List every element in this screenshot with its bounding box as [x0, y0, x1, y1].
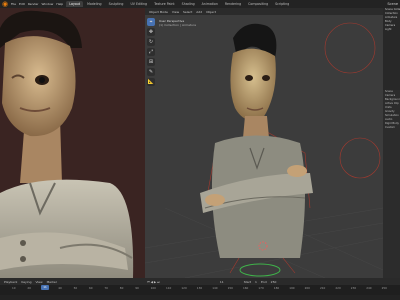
timeline-tick: 140: [212, 286, 218, 290]
tab-shading[interactable]: Shading: [179, 1, 198, 7]
outliner-row[interactable]: Light: [383, 28, 400, 32]
timeline-tick: 100: [150, 286, 156, 290]
timeline-tick: 220: [335, 286, 341, 290]
menu-edit[interactable]: Edit: [19, 0, 25, 8]
move-icon[interactable]: ✥: [147, 28, 155, 36]
3d-viewport[interactable]: Object Mode View Select Add Object ⌖ ✥ ↻…: [145, 8, 383, 278]
tab-compositing[interactable]: Compositing: [245, 1, 271, 7]
object-menu[interactable]: Object: [206, 10, 216, 14]
timeline-tick: 130: [196, 286, 203, 290]
select-menu[interactable]: Select: [183, 10, 192, 14]
timeline-tick: 200: [304, 286, 310, 290]
timeline-tick: 210: [320, 286, 326, 290]
timeline-tick: 120: [181, 286, 187, 290]
tab-rendering[interactable]: Rendering: [222, 1, 244, 7]
tab-texture-paint[interactable]: Texture Paint: [151, 1, 178, 7]
timeline-tick: 240: [366, 286, 372, 290]
timeline-tick: 90: [135, 286, 139, 290]
timeline-tick: 70: [104, 286, 108, 290]
timeline-tick: 160: [243, 286, 249, 290]
rotate-icon[interactable]: ↻: [147, 38, 155, 46]
scene-selector[interactable]: Scene: [387, 0, 398, 8]
scale-icon[interactable]: ⤢: [147, 48, 155, 56]
character-model: [145, 22, 383, 278]
measure-icon[interactable]: 📐: [147, 78, 155, 86]
timeline-controls: Playback Keying View Marker ⏮ ◀ ▶ ⏭ 11 S…: [0, 278, 400, 285]
blender-logo-icon[interactable]: ◉: [1, 0, 9, 8]
timeline-tick: 110: [166, 286, 172, 290]
timeline-tick: 170: [258, 286, 264, 290]
playback-menu[interactable]: Playback: [4, 280, 17, 284]
render-view[interactable]: [0, 8, 145, 278]
character-render-image: [0, 8, 145, 278]
timeline-tick: 250: [381, 286, 387, 290]
timeline-tick: 10: [12, 286, 16, 290]
top-bar: ◉ File Edit Render Window Help Layout Mo…: [0, 0, 400, 8]
menu-window[interactable]: Window: [42, 0, 54, 8]
tab-sculpting[interactable]: Sculpting: [106, 1, 127, 7]
outliner[interactable]: Scene Collection Collection Armature Bod…: [383, 8, 400, 88]
timeline-tick: 60: [89, 286, 93, 290]
view-menu-timeline[interactable]: View: [35, 280, 42, 284]
timeline-tick: 80: [119, 286, 124, 290]
timeline-tick: 180: [273, 286, 280, 290]
object-mode-dropdown[interactable]: Object Mode: [149, 10, 168, 14]
tab-uv-editing[interactable]: UV Editing: [127, 1, 150, 7]
status-bar: [0, 295, 400, 300]
timeline-tick: 230: [350, 286, 357, 290]
add-menu[interactable]: Add: [196, 10, 202, 14]
tab-animation[interactable]: Animation: [199, 1, 221, 7]
marker-menu[interactable]: Marker: [47, 280, 57, 284]
current-frame-field[interactable]: 11: [220, 280, 224, 284]
cursor-icon[interactable]: ⌖: [147, 18, 155, 26]
timeline-tick: 150: [227, 286, 233, 290]
timeline-tick: 20: [27, 286, 31, 290]
tab-scripting[interactable]: Scripting: [272, 1, 292, 7]
property-row[interactable]: Custom: [383, 126, 400, 130]
start-frame-field[interactable]: 1: [255, 280, 257, 284]
menu-file[interactable]: File: [11, 0, 16, 8]
menu-help[interactable]: Help: [56, 0, 63, 8]
timeline-tick: 40: [58, 286, 62, 290]
end-frame-field[interactable]: 250: [271, 280, 277, 284]
end-label: End: [260, 279, 267, 284]
annotate-icon[interactable]: ✎: [147, 68, 155, 76]
menu-render[interactable]: Render: [28, 0, 39, 8]
start-label: Start: [243, 279, 252, 284]
viewport-info: User Perspective (1) Collection | Armatu…: [159, 19, 196, 27]
collection-label: (1) Collection | Armature: [159, 23, 197, 27]
properties-editor[interactable]: Scene Camera Background Active Clip Unit…: [383, 90, 400, 278]
viewport-header: Object Mode View Select Add Object: [145, 8, 383, 15]
timeline-ruler[interactable]: 1020304050607080901001101201301401501601…: [0, 286, 400, 293]
view-menu[interactable]: View: [172, 10, 179, 14]
tab-layout[interactable]: Layout: [66, 1, 84, 7]
playhead[interactable]: 11: [41, 285, 49, 290]
transform-icon[interactable]: ⊞: [147, 58, 155, 66]
keying-menu[interactable]: Keying: [21, 280, 31, 284]
timeline-tick: 190: [289, 286, 295, 290]
tab-modeling[interactable]: Modeling: [84, 1, 105, 7]
timeline-tick: 50: [73, 286, 78, 290]
right-panels: Scene Collection Collection Armature Bod…: [383, 8, 400, 278]
tool-shelf: ⌖ ✥ ↻ ⤢ ⊞ ✎ 📐: [147, 18, 155, 86]
play-controls[interactable]: ⏮ ◀ ▶ ⏭: [147, 280, 160, 284]
